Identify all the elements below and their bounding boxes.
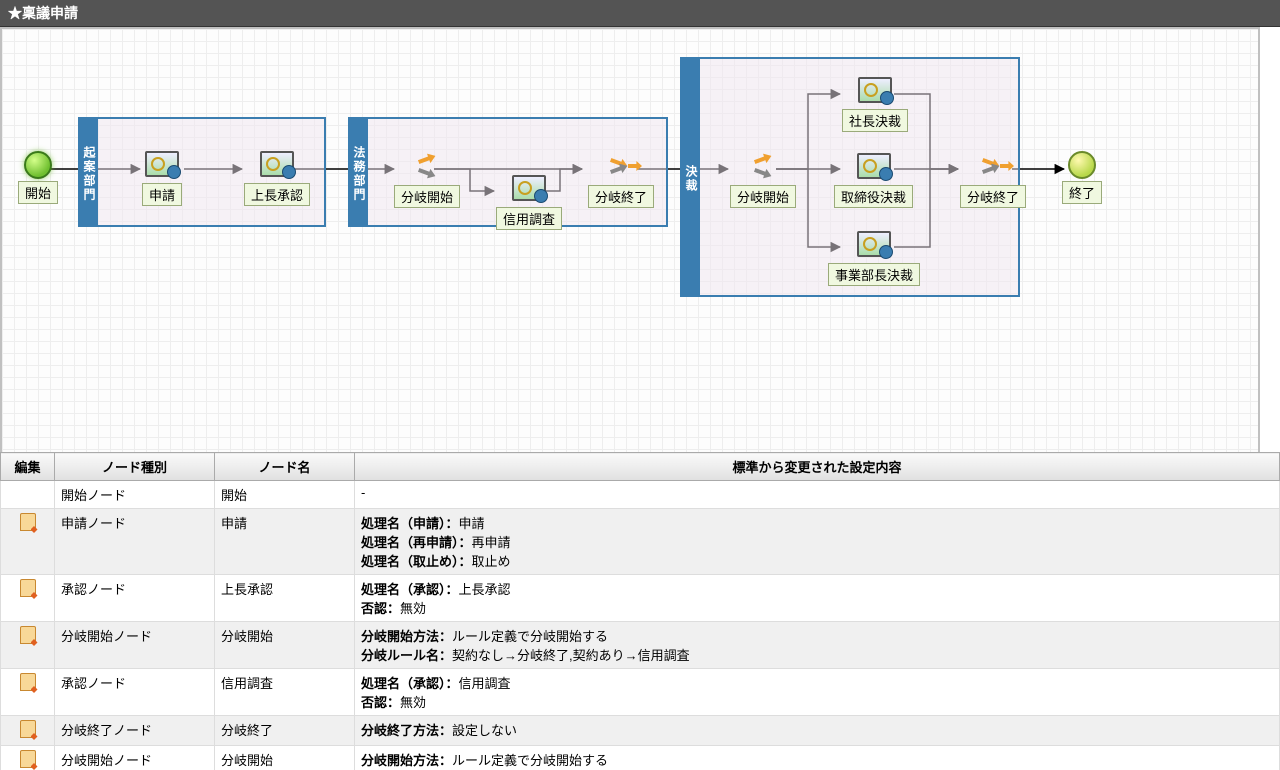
cell-name: 開始 — [215, 481, 355, 509]
cell-name: 上長承認 — [215, 575, 355, 622]
node-label: 開始 — [18, 181, 58, 204]
node-bunki-end-1[interactable]: 分岐終了 — [588, 149, 654, 208]
end-icon — [1068, 151, 1096, 179]
cell-edit[interactable] — [1, 716, 55, 746]
cell-name: 申請 — [215, 509, 355, 575]
cell-name: 分岐開始 — [215, 746, 355, 770]
cell-details: 分岐終了方法：設定しない — [355, 716, 1280, 746]
screen-icon — [858, 77, 892, 103]
node-shacho[interactable]: 社長決裁 — [842, 73, 908, 132]
table-row[interactable]: 分岐開始ノード分岐開始分岐開始方法：ルール定義で分岐開始する — [1, 746, 1280, 770]
node-torishimari[interactable]: 取締役決裁 — [834, 149, 913, 208]
branch-end-icon — [976, 152, 1010, 180]
node-label: 分岐開始 — [394, 185, 460, 208]
start-node[interactable]: 開始 — [18, 151, 58, 204]
cell-type: 分岐終了ノード — [55, 716, 215, 746]
node-label: 終了 — [1062, 181, 1102, 204]
window-title: ★稟議申請 — [0, 0, 1280, 27]
canvas-viewport[interactable]: 開始 起案部門 申請 上長承認 法務部門 分岐開始 信用調査 分岐終了 — [0, 27, 1280, 473]
node-joucho[interactable]: 上長承認 — [244, 147, 310, 206]
col-type: ノード種別 — [55, 453, 215, 481]
cell-edit[interactable] — [1, 481, 55, 509]
cell-edit[interactable] — [1, 669, 55, 716]
cell-details: 処理名（申請）：申請処理名（再申請）：再申請処理名（取止め）：取止め — [355, 509, 1280, 575]
node-label: 取締役決裁 — [834, 185, 913, 208]
cell-details: - — [355, 481, 1280, 509]
table-row[interactable]: 承認ノード上長承認処理名（承認）：上長承認否認：無効 — [1, 575, 1280, 622]
table-row[interactable]: 分岐開始ノード分岐開始分岐開始方法：ルール定義で分岐開始する分岐ルール名：契約な… — [1, 622, 1280, 669]
edit-icon[interactable] — [20, 626, 36, 644]
node-label: 事業部長決裁 — [828, 263, 920, 286]
table-row[interactable]: 分岐終了ノード分岐終了分岐終了方法：設定しない — [1, 716, 1280, 746]
cell-details: 処理名（承認）：信用調査否認：無効 — [355, 669, 1280, 716]
node-label: 分岐終了 — [588, 185, 654, 208]
swimlane-title: 起案部門 — [80, 119, 98, 225]
cell-type: 分岐開始ノード — [55, 746, 215, 770]
node-jigyobu[interactable]: 事業部長決裁 — [828, 227, 920, 286]
edit-icon[interactable] — [20, 579, 36, 597]
cell-edit[interactable] — [1, 509, 55, 575]
end-node[interactable]: 終了 — [1062, 151, 1102, 204]
node-label: 分岐終了 — [960, 185, 1026, 208]
node-label: 社長決裁 — [842, 109, 908, 132]
cell-type: 承認ノード — [55, 669, 215, 716]
screen-icon — [260, 151, 294, 177]
node-bunki-start-2[interactable]: 分岐開始 — [730, 149, 796, 208]
node-bunki-end-2[interactable]: 分岐終了 — [960, 149, 1026, 208]
edit-icon[interactable] — [20, 750, 36, 768]
cell-name: 信用調査 — [215, 669, 355, 716]
edit-icon[interactable] — [20, 513, 36, 531]
workflow-canvas[interactable]: 開始 起案部門 申請 上長承認 法務部門 分岐開始 信用調査 分岐終了 — [0, 27, 1260, 457]
cell-name: 分岐開始 — [215, 622, 355, 669]
cell-details: 分岐開始方法：ルール定義で分岐開始する — [355, 746, 1280, 770]
branch-end-icon — [604, 152, 638, 180]
node-bunki-start-1[interactable]: 分岐開始 — [394, 149, 460, 208]
node-table: 編集 ノード種別 ノード名 標準から変更された設定内容 開始ノード開始-申請ノー… — [0, 452, 1280, 770]
cell-name: 分岐終了 — [215, 716, 355, 746]
cell-details: 分岐開始方法：ルール定義で分岐開始する分岐ルール名：契約なし→分岐終了,契約あり… — [355, 622, 1280, 669]
node-label: 分岐開始 — [730, 185, 796, 208]
screen-icon — [857, 231, 891, 257]
table-row[interactable]: 開始ノード開始- — [1, 481, 1280, 509]
start-icon — [24, 151, 52, 179]
col-settings: 標準から変更された設定内容 — [355, 453, 1280, 481]
node-label: 申請 — [142, 183, 182, 206]
details-panel[interactable]: 編集 ノード種別 ノード名 標準から変更された設定内容 開始ノード開始-申請ノー… — [0, 452, 1280, 770]
node-label: 信用調査 — [496, 207, 562, 230]
swimlane-title: 決裁 — [682, 59, 700, 295]
screen-icon — [857, 153, 891, 179]
screen-icon — [145, 151, 179, 177]
cell-type: 承認ノード — [55, 575, 215, 622]
node-shinyo[interactable]: 信用調査 — [496, 171, 562, 230]
cell-type: 申請ノード — [55, 509, 215, 575]
cell-edit[interactable] — [1, 746, 55, 770]
branch-start-icon — [746, 152, 780, 180]
cell-edit[interactable] — [1, 575, 55, 622]
screen-icon — [512, 175, 546, 201]
table-row[interactable]: 申請ノード申請処理名（申請）：申請処理名（再申請）：再申請処理名（取止め）：取止… — [1, 509, 1280, 575]
edit-icon[interactable] — [20, 673, 36, 691]
col-edit: 編集 — [1, 453, 55, 481]
cell-type: 分岐開始ノード — [55, 622, 215, 669]
cell-edit[interactable] — [1, 622, 55, 669]
swimlane-title: 法務部門 — [350, 119, 368, 225]
node-label: 上長承認 — [244, 183, 310, 206]
edit-icon[interactable] — [20, 720, 36, 738]
node-shinsei[interactable]: 申請 — [142, 147, 182, 206]
cell-type: 開始ノード — [55, 481, 215, 509]
branch-start-icon — [410, 152, 444, 180]
col-name: ノード名 — [215, 453, 355, 481]
table-row[interactable]: 承認ノード信用調査処理名（承認）：信用調査否認：無効 — [1, 669, 1280, 716]
cell-details: 処理名（承認）：上長承認否認：無効 — [355, 575, 1280, 622]
